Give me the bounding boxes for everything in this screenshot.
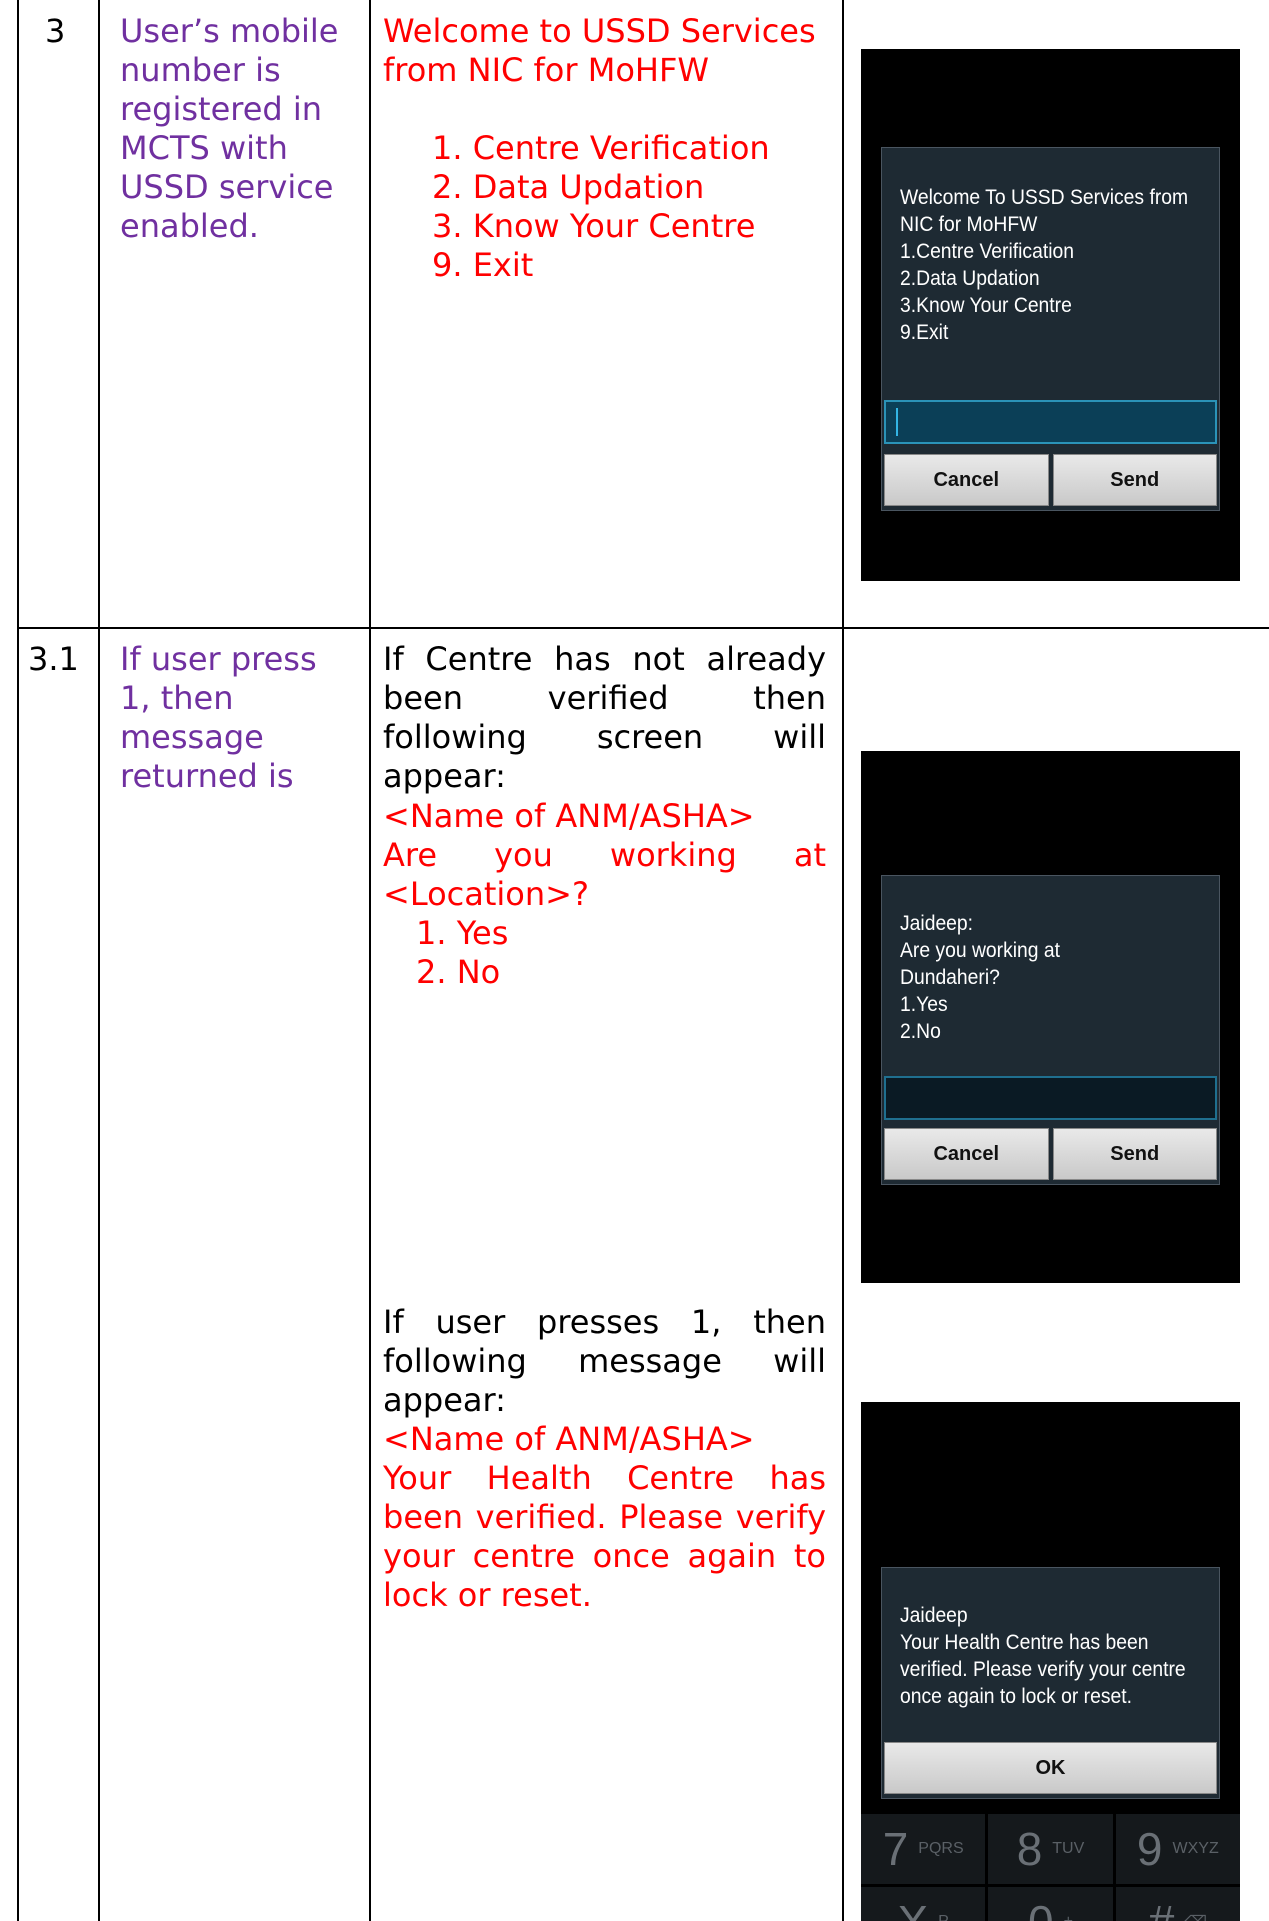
dialog-buttons: OK bbox=[884, 1742, 1217, 1794]
followup-intro: If user presses 1, then following messag… bbox=[383, 1303, 826, 1419]
send-button[interactable]: Send bbox=[1052, 1128, 1217, 1180]
row-condition: If user press 1, then message returned i… bbox=[120, 640, 317, 795]
ussd-dialog: Jaideep: Are you working at Dundaheri? 1… bbox=[881, 875, 1220, 1185]
yes-no-options: 1. Yes 2. No bbox=[416, 914, 508, 992]
dialog-buttons: Cancel Send bbox=[884, 454, 1217, 506]
ok-button[interactable]: OK bbox=[884, 1742, 1217, 1794]
menu-item: 2. Data Updation bbox=[432, 168, 705, 206]
cancel-button[interactable]: Cancel bbox=[884, 1128, 1049, 1180]
key-7[interactable]: 7 PQRS bbox=[861, 1814, 986, 1884]
reply-input[interactable] bbox=[884, 1076, 1217, 1120]
reply-input[interactable] bbox=[884, 400, 1217, 444]
row-divider bbox=[17, 627, 1269, 629]
row-number: 3.1 bbox=[28, 640, 79, 678]
dialog-message: Jaideep: Are you working at Dundaheri? 1… bbox=[900, 912, 1061, 1043]
phone-screenshot-menu: Welcome To USSD Services from NIC for Mo… bbox=[861, 49, 1240, 581]
followup-message: <Name of ANM/ASHA> Your Health Centre ha… bbox=[383, 1420, 826, 1614]
text-caret bbox=[896, 408, 898, 436]
verification-intro: If Centre has not already been verified … bbox=[383, 640, 826, 795]
key-8[interactable]: 8 TUV bbox=[988, 1814, 1113, 1884]
ussd-dialog: Jaideep Your Health Centre has been veri… bbox=[881, 1567, 1220, 1799]
menu-item: 3. Know Your Centre bbox=[432, 207, 756, 245]
option-item: 2. No bbox=[416, 953, 501, 991]
key-hash[interactable]: #⌫ bbox=[1115, 1887, 1240, 1921]
menu-list: 1. Centre Verification 2. Data Updation … bbox=[432, 129, 770, 285]
dialog-message: Welcome To USSD Services from NIC for Mo… bbox=[900, 186, 1189, 344]
option-item: 1. Yes bbox=[416, 914, 509, 952]
key-star[interactable]: XP bbox=[861, 1887, 986, 1921]
phone-screenshot-verify: Jaideep: Are you working at Dundaheri? 1… bbox=[861, 751, 1240, 1283]
dialog-buttons: Cancel Send bbox=[884, 1128, 1217, 1180]
cancel-button[interactable]: Cancel bbox=[884, 454, 1049, 506]
row-number: 3 bbox=[45, 12, 66, 50]
table-divider-1 bbox=[98, 0, 100, 1921]
row-response: Welcome to USSD Services from NIC for Mo… bbox=[383, 12, 816, 89]
ussd-dialog: Welcome To USSD Services from NIC for Mo… bbox=[881, 147, 1220, 511]
dialer-keypad: 7PQRS 8TUV 9WXYZ XP 0+ #⌫ bbox=[861, 1814, 1240, 1921]
send-button[interactable]: Send bbox=[1052, 454, 1217, 506]
phone-screenshot-verified: Jaideep Your Health Centre has been veri… bbox=[861, 1402, 1240, 1921]
key-9[interactable]: 9 WXYZ bbox=[1115, 1814, 1240, 1884]
table-divider-3 bbox=[842, 0, 844, 1921]
table-divider-2 bbox=[369, 0, 371, 1921]
menu-item: 1. Centre Verification bbox=[432, 129, 770, 167]
dialog-message: Jaideep Your Health Centre has been veri… bbox=[900, 1604, 1186, 1708]
key-0[interactable]: 0+ bbox=[988, 1887, 1113, 1921]
row-condition: User’s mobile number is registered in MC… bbox=[120, 12, 339, 245]
verification-prompt: <Name of ANM/ASHA> Are you working at <L… bbox=[383, 797, 826, 913]
table-border-left bbox=[17, 0, 19, 1921]
menu-item: 9. Exit bbox=[432, 246, 534, 284]
